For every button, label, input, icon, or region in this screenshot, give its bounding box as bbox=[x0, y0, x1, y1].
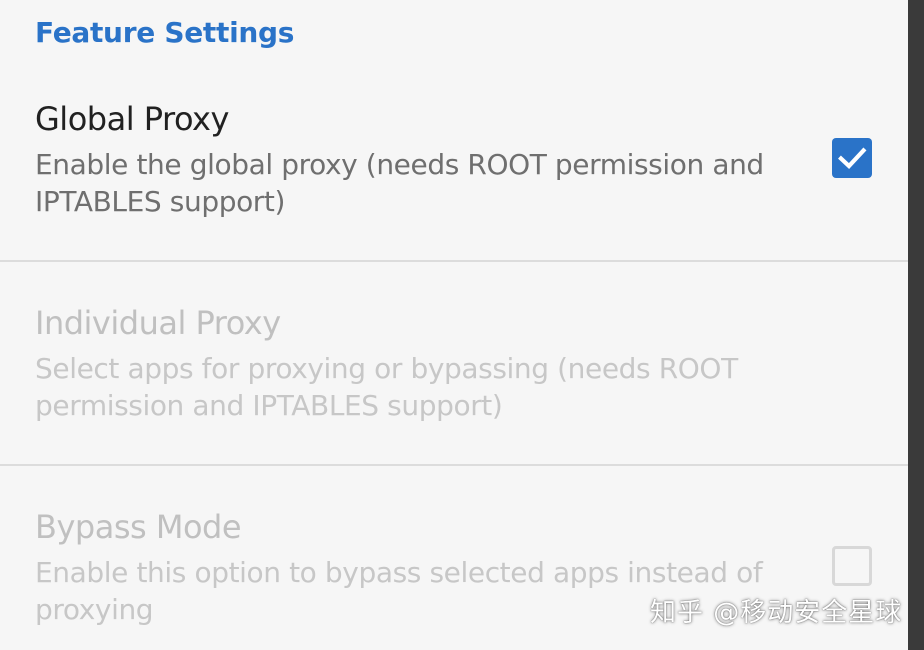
watermark: 知乎 @移动安全星球 bbox=[650, 598, 903, 628]
divider bbox=[0, 260, 908, 262]
settings-screen: Feature Settings Global Proxy Enable the… bbox=[0, 0, 908, 650]
pref-summary: Enable the global proxy (needs ROOT perm… bbox=[35, 148, 764, 218]
divider bbox=[0, 464, 908, 466]
bypass-mode-checkbox[interactable] bbox=[832, 546, 872, 586]
pref-title: Bypass Mode bbox=[35, 508, 242, 546]
pref-title: Global Proxy bbox=[35, 100, 229, 138]
global-proxy-checkbox[interactable] bbox=[832, 138, 872, 178]
pref-title: Individual Proxy bbox=[35, 304, 281, 342]
pref-global-proxy[interactable]: Global Proxy Enable the global proxy (ne… bbox=[0, 96, 908, 260]
pref-individual-proxy[interactable]: Individual Proxy Select apps for proxyin… bbox=[0, 300, 908, 464]
checkmark-icon bbox=[838, 147, 867, 169]
section-header-feature-settings: Feature Settings bbox=[35, 16, 295, 49]
pref-summary: Select apps for proxying or bypassing (n… bbox=[35, 352, 738, 422]
screen-edge bbox=[908, 0, 924, 650]
